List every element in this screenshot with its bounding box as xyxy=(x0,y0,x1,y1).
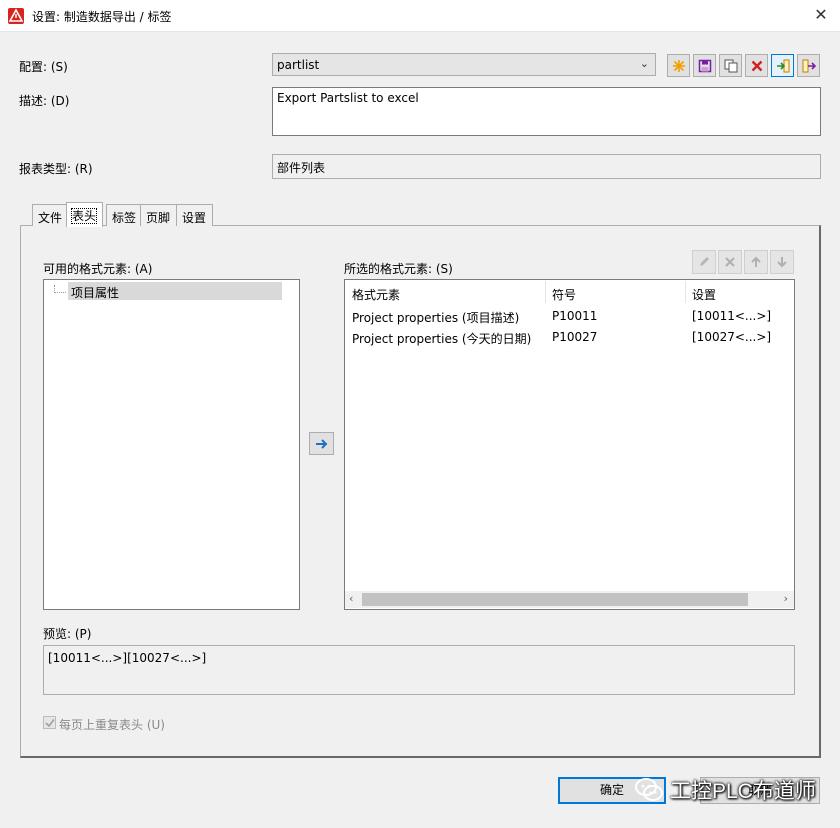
delete-icon xyxy=(751,60,762,71)
column-header-format-element[interactable]: 格式元素 xyxy=(352,286,400,303)
available-tree[interactable] xyxy=(43,279,300,610)
tab-settings-label: 设置 xyxy=(182,211,207,225)
copy-config-button[interactable] xyxy=(719,54,742,77)
description-value: Export Partslist to excel xyxy=(277,91,419,105)
tree-item-project-properties[interactable]: 项目属性 xyxy=(68,282,282,300)
tab-footer-label: 页脚 xyxy=(146,211,171,225)
chevron-down-icon: ⌄ xyxy=(639,57,649,70)
description-field[interactable]: Export Partslist to excel xyxy=(272,87,821,136)
column-divider xyxy=(685,281,686,303)
remove-element-button[interactable] xyxy=(718,250,742,274)
title-bar: 设置: 制造数据导出 / 标签 ✕ xyxy=(0,0,840,32)
config-select[interactable]: partlist ⌄ xyxy=(272,53,656,76)
move-down-icon xyxy=(777,257,787,268)
tab-file-label: 文件 xyxy=(38,211,63,225)
preview-label: 预览: (P) xyxy=(43,627,92,641)
arrow-right-icon xyxy=(315,438,327,449)
scroll-left-icon[interactable]: ‹ xyxy=(349,592,353,605)
export-icon xyxy=(802,59,816,72)
config-value: partlist xyxy=(277,58,320,72)
column-divider xyxy=(545,281,546,303)
report-type-field: 部件列表 xyxy=(272,154,821,179)
add-element-button[interactable] xyxy=(309,432,334,455)
report-type-value: 部件列表 xyxy=(277,161,326,175)
watermark-text: 工控PLC布道师 xyxy=(670,780,816,803)
export-config-button[interactable] xyxy=(797,54,820,77)
move-up-icon xyxy=(751,256,761,267)
tab-file[interactable]: 文件 xyxy=(32,204,70,226)
app-warning-icon xyxy=(8,8,24,24)
selected-label: 所选的格式元素: (S) xyxy=(344,262,453,276)
table-row-2-element[interactable]: Project properties (今天的日期) xyxy=(352,330,531,347)
scrollbar-thumb[interactable] xyxy=(362,593,748,606)
table-row-2-symbol[interactable]: P10027 xyxy=(552,330,597,344)
config-label: 配置: (S) xyxy=(19,60,68,74)
column-header-symbol[interactable]: 符号 xyxy=(552,286,576,303)
description-label: 描述: (D) xyxy=(19,94,70,108)
close-button[interactable]: ✕ xyxy=(812,6,830,24)
new-icon xyxy=(672,59,685,72)
tab-footer[interactable]: 页脚 xyxy=(140,204,178,226)
repeat-header-checkbox[interactable] xyxy=(43,716,56,729)
delete-icon xyxy=(725,257,735,267)
wechat-icon xyxy=(635,778,663,801)
report-type-label: 报表类型: (R) xyxy=(19,162,93,176)
tab-label-label: 标签 xyxy=(112,211,137,225)
preview-field: [10011<...>][10027<...>] xyxy=(43,645,795,695)
save-config-button[interactable] xyxy=(693,54,716,77)
delete-config-button[interactable] xyxy=(745,54,768,77)
new-config-button[interactable] xyxy=(667,54,690,77)
save-icon xyxy=(698,59,711,72)
table-row-1-element[interactable]: Project properties (项目描述) xyxy=(352,309,519,326)
table-row-1-settings[interactable]: [10011<...>] xyxy=(692,309,771,323)
window-title: 设置: 制造数据导出 / 标签 xyxy=(32,10,172,24)
repeat-header-label: 每页上重复表头 (U) xyxy=(59,718,165,732)
move-down-button[interactable] xyxy=(770,250,794,274)
tree-item-label: 项目属性 xyxy=(71,286,120,300)
table-row-1-symbol[interactable]: P10011 xyxy=(552,309,597,323)
watermark: 工控PLC布道师 xyxy=(634,773,816,807)
tree-connector xyxy=(54,285,66,293)
edit-element-button[interactable] xyxy=(692,250,716,274)
preview-value: [10011<...>][10027<...>] xyxy=(48,651,207,665)
scroll-right-icon[interactable]: › xyxy=(784,592,788,605)
import-config-button[interactable] xyxy=(771,54,794,77)
table-row-2-settings[interactable]: [10027<...>] xyxy=(692,330,771,344)
checkmark-icon xyxy=(45,719,55,728)
selected-grid[interactable] xyxy=(344,279,795,610)
horizontal-scrollbar[interactable]: ‹ › xyxy=(345,591,794,608)
tab-settings[interactable]: 设置 xyxy=(176,204,214,226)
copy-icon xyxy=(724,59,737,72)
column-header-settings[interactable]: 设置 xyxy=(692,286,716,303)
available-label: 可用的格式元素: (A) xyxy=(43,262,153,276)
edit-icon xyxy=(700,257,709,266)
tab-header[interactable]: 表头 xyxy=(66,202,104,227)
move-up-button[interactable] xyxy=(744,250,768,274)
import-icon xyxy=(776,59,789,72)
tab-label[interactable]: 标签 xyxy=(106,204,144,226)
tab-header-label: 表头 xyxy=(70,208,98,224)
